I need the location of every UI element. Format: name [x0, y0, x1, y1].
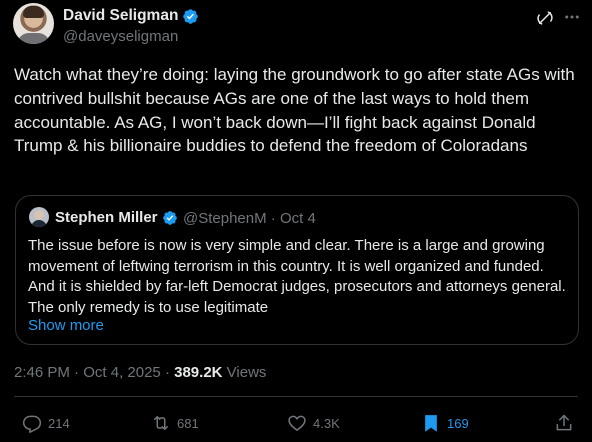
meta-separator: ·: [164, 364, 170, 381]
tweet-time[interactable]: 2:46 PM: [14, 364, 70, 381]
tweet-metadata: 2:46 PM · Oct 4, 2025 · 389.2K Views: [14, 364, 266, 381]
reply-icon: [22, 415, 42, 433]
avatar-shirt: [17, 33, 50, 44]
divider: [14, 396, 578, 397]
quote-author-avatar[interactable]: [29, 207, 49, 227]
quote-meta-separator: ·: [270, 210, 276, 227]
grok-icon[interactable]: [536, 9, 554, 27]
quote-author-display-name[interactable]: Stephen Miller: [55, 209, 158, 226]
share-button[interactable]: [554, 411, 574, 435]
meta-separator: ·: [74, 364, 80, 381]
share-icon: [556, 414, 572, 431]
bookmark-icon: [425, 415, 437, 432]
views-count: 389.2K: [174, 364, 223, 381]
tweet-date[interactable]: Oct 4, 2025: [83, 364, 161, 381]
repost-button[interactable]: 681: [151, 411, 199, 435]
verified-badge-icon: [163, 211, 177, 225]
avatar-suit: [31, 220, 47, 227]
quote-date[interactable]: Oct 4: [280, 210, 316, 227]
repost-count: 681: [177, 415, 199, 431]
quote-meta: @StephenM · Oct 4: [183, 210, 316, 227]
author-avatar[interactable]: [13, 3, 54, 44]
more-icon[interactable]: [563, 8, 581, 26]
like-icon: [288, 415, 306, 431]
bookmark-button[interactable]: 169: [421, 411, 469, 435]
author-display-name[interactable]: David Seligman: [63, 7, 178, 25]
quote-text: The issue before is now is very simple a…: [28, 237, 566, 316]
quoted-tweet[interactable]: Stephen Miller @StephenM · Oct 4 The iss…: [15, 195, 579, 345]
bookmark-count: 169: [447, 415, 469, 431]
author-handle[interactable]: @daveyseligman: [63, 28, 178, 45]
avatar-hair: [23, 6, 44, 18]
tweet-text: Watch what they’re doing: laying the gro…: [14, 65, 575, 156]
repost-icon: [154, 416, 168, 430]
reply-button[interactable]: 214: [22, 411, 70, 435]
reply-count: 214: [48, 415, 70, 431]
like-button[interactable]: 4.3K: [287, 411, 340, 435]
show-more-link[interactable]: Show more: [28, 317, 104, 334]
quote-author-handle[interactable]: @StephenM: [183, 210, 267, 227]
verified-badge-icon: [183, 9, 198, 24]
views-label: Views: [226, 364, 267, 381]
like-count: 4.3K: [313, 415, 340, 431]
tweet: David Seligman @daveyseligman Watch what…: [0, 0, 592, 442]
